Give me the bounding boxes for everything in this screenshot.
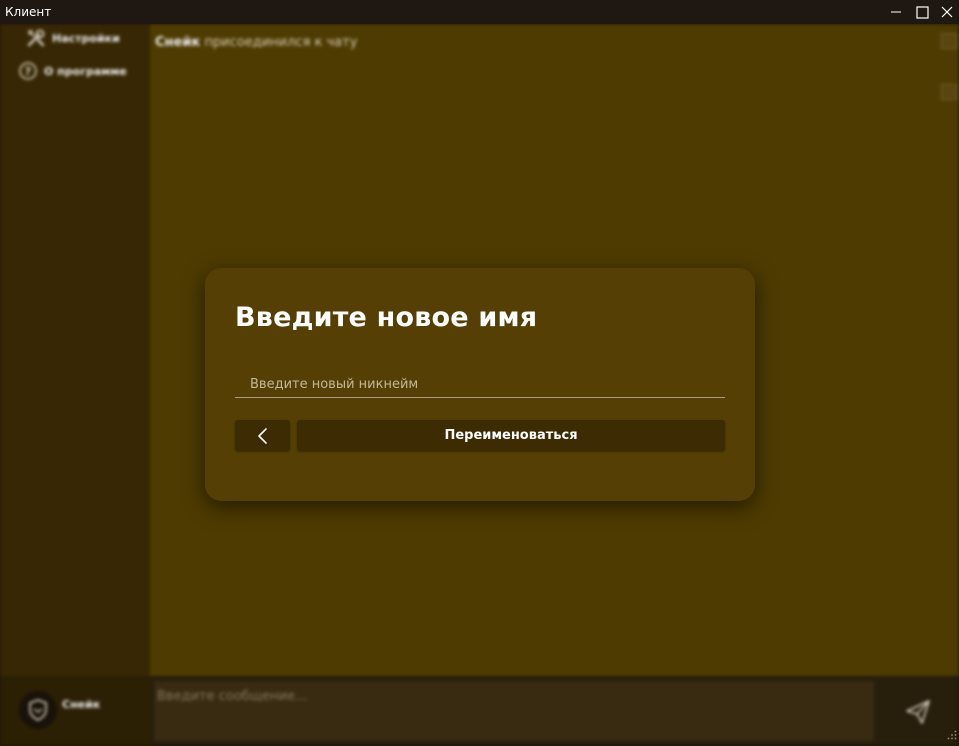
close-button[interactable] bbox=[935, 0, 959, 24]
resize-grip[interactable] bbox=[947, 725, 957, 744]
resize-grip-icon bbox=[947, 730, 957, 740]
back-button[interactable] bbox=[235, 420, 290, 451]
title-bar: Клиент bbox=[0, 0, 959, 24]
app-window: Клиент Настройки ? О программе Снейк при… bbox=[0, 0, 959, 746]
window-title: Клиент bbox=[5, 5, 52, 19]
chevron-left-icon bbox=[257, 427, 267, 444]
maximize-icon bbox=[915, 5, 929, 19]
minimize-icon bbox=[891, 11, 901, 13]
minimize-button[interactable] bbox=[884, 0, 908, 24]
close-icon bbox=[941, 6, 953, 18]
nickname-input[interactable] bbox=[235, 372, 725, 398]
maximize-button[interactable] bbox=[910, 0, 934, 24]
rename-dialog: Введите новое имя Переименоваться bbox=[205, 268, 755, 501]
rename-button[interactable]: Переименоваться bbox=[297, 420, 725, 451]
dialog-title: Введите новое имя bbox=[235, 302, 538, 333]
